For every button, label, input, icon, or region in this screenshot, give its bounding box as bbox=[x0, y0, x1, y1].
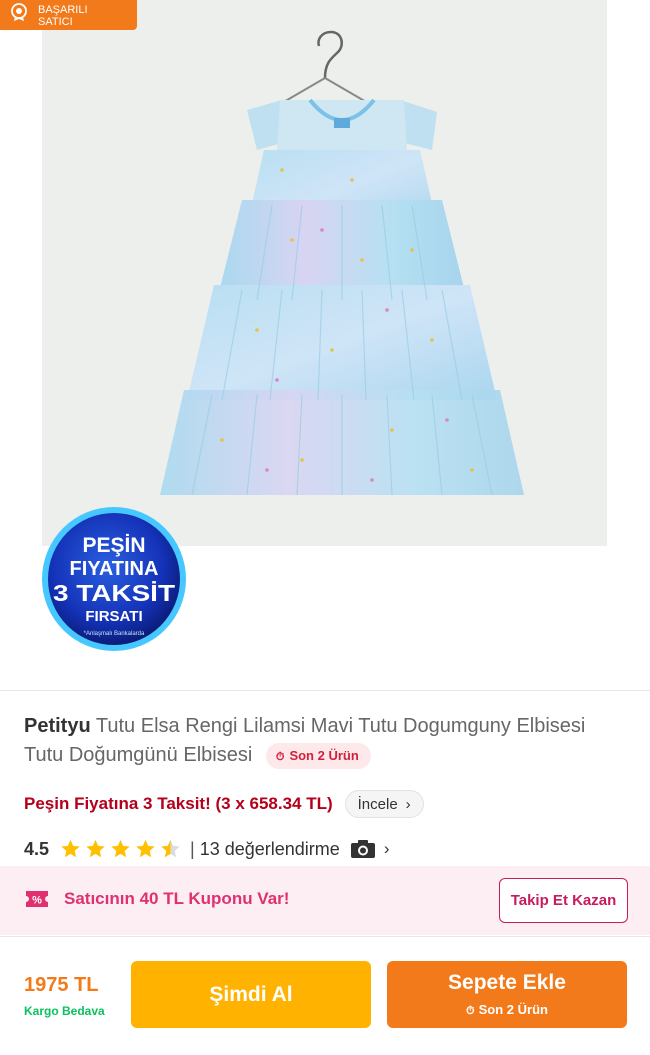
inspect-button-label: İncele bbox=[357, 795, 398, 813]
rating-stars bbox=[59, 838, 182, 860]
installment-text: Peşin Fiyatına 3 Taksit! (3 x 658.34 TL) bbox=[24, 794, 333, 813]
coupon-icon: % bbox=[26, 891, 48, 907]
stock-badge-label: Son 2 Ürün bbox=[289, 747, 359, 763]
clock-icon: ⏱ bbox=[275, 750, 285, 763]
stock-badge: ⏱ Son 2 Ürün bbox=[265, 742, 371, 769]
product-title: Petityu Tutu Elsa Rengi Lilamsi Mavi Tut… bbox=[24, 712, 629, 770]
successful-seller-badge: BAŞARILI SATICI bbox=[0, 0, 137, 30]
follow-and-earn-button[interactable]: Takip Et Kazan bbox=[499, 878, 628, 923]
add-to-cart-label: Sepete Ekle bbox=[448, 971, 566, 994]
camera-icon bbox=[350, 840, 375, 858]
chevron-right-icon: › bbox=[383, 839, 390, 858]
add-to-cart-stock-label: Son 2 Ürün bbox=[478, 1002, 548, 1017]
review-count: 13 değerlendirme bbox=[199, 838, 340, 859]
chevron-right-icon: › bbox=[405, 795, 411, 813]
coupon-banner: % Satıcının 40 TL Kuponu Var! Takip Et K… bbox=[0, 866, 650, 935]
coupon-text: Satıcının 40 TL Kuponu Var! bbox=[64, 889, 290, 908]
svg-text:%: % bbox=[32, 895, 42, 907]
add-to-cart-stock: ⏱ Son 2 Ürün bbox=[387, 1002, 627, 1018]
product-image-area[interactable]: BAŞARILI SATICI PEŞİN FIYATINA 3 TAKSİT … bbox=[0, 0, 650, 690]
dress-illustration bbox=[42, 0, 607, 546]
free-shipping-label: Kargo Bedava bbox=[24, 1004, 105, 1018]
brand-name[interactable]: Petityu bbox=[24, 715, 91, 737]
rating-row[interactable]: 4.5 | 13 değerlendirme › bbox=[24, 836, 389, 862]
product-photo[interactable] bbox=[42, 0, 607, 546]
product-page: BAŞARILI SATICI PEŞİN FIYATINA 3 TAKSİT … bbox=[0, 0, 650, 1055]
rating-separator: | bbox=[190, 838, 195, 859]
buy-now-button[interactable]: Şimdi Al bbox=[131, 961, 371, 1028]
promo-line1: PEŞİN bbox=[82, 534, 145, 557]
rating-value: 4.5 bbox=[24, 838, 50, 859]
award-icon bbox=[11, 3, 27, 21]
seller-badge-line2: SATICI bbox=[38, 16, 73, 28]
seller-badge-line1: BAŞARILI bbox=[38, 4, 88, 16]
price: 1975 TL bbox=[24, 974, 99, 996]
add-to-cart-button[interactable]: Sepete Ekle ⏱ Son 2 Ürün bbox=[387, 961, 627, 1028]
star-full-icon bbox=[61, 839, 80, 858]
clock-icon: ⏱ bbox=[466, 1005, 475, 1017]
promo-line2: FIYATINA bbox=[70, 558, 159, 580]
divider bbox=[0, 690, 650, 691]
promo-line4: FIRSATI bbox=[85, 608, 142, 625]
inspect-button[interactable]: İncele › bbox=[344, 790, 424, 818]
installment-promo-badge: PEŞİN FIYATINA 3 TAKSİT FIRSATI *Anlaşma… bbox=[42, 507, 186, 651]
installment-row: Peşin Fiyatına 3 Taksit! (3 x 658.34 TL)… bbox=[24, 790, 424, 818]
promo-line3: 3 TAKSİT bbox=[53, 580, 175, 606]
bottom-action-bar: 1975 TL Kargo Bedava Şimdi Al Sepete Ekl… bbox=[0, 936, 650, 1055]
star-full-icon bbox=[86, 839, 105, 858]
star-half-icon bbox=[161, 839, 180, 858]
promo-line5: *Anlaşmalı Bankalarda bbox=[84, 631, 145, 637]
star-full-icon bbox=[111, 839, 130, 858]
star-full-icon bbox=[136, 839, 155, 858]
